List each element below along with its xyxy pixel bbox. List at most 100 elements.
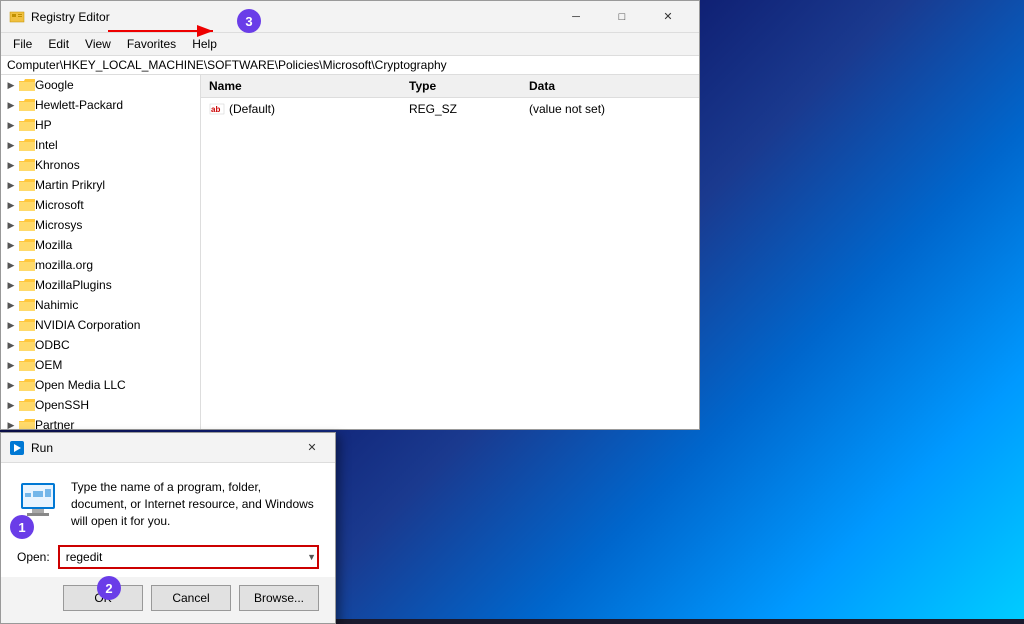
tree-item-hp-full[interactable]: ▶ Hewlett-Packard (1, 95, 200, 115)
window-controls: ─ □ ✕ (553, 1, 691, 33)
tree-item-openmedialcc[interactable]: ▶ Open Media LLC (1, 375, 200, 395)
col-header-name: Name (209, 79, 409, 93)
address-bar: Computer\HKEY_LOCAL_MACHINE\SOFTWARE\Pol… (1, 56, 699, 75)
tree-item-martin[interactable]: ▶ Martin Prikryl (1, 175, 200, 195)
expand-arrow: ▶ (5, 219, 17, 231)
expand-arrow: ▶ (5, 299, 17, 311)
folder-icon (19, 339, 35, 351)
values-header: Name Type Data (201, 75, 699, 98)
tree-label: Open Media LLC (35, 378, 126, 392)
arrow-annotation (108, 20, 238, 42)
folder-icon (19, 119, 35, 131)
default-value-icon: ab (209, 101, 225, 117)
folder-icon (19, 199, 35, 211)
expand-arrow: ▶ (5, 339, 17, 351)
registry-titlebar: Registry Editor ─ □ ✕ (1, 1, 699, 33)
run-buttons: OK Cancel Browse... (1, 577, 335, 623)
values-panel: Name Type Data ab (Default) REG_SZ (valu… (201, 75, 699, 429)
tree-item-microsys[interactable]: ▶ Microsys (1, 215, 200, 235)
run-input-wrapper: ▼ (58, 545, 319, 569)
expand-arrow: ▶ (5, 319, 17, 331)
menubar: File Edit View Favorites Help (1, 33, 699, 56)
expand-arrow: ▶ (5, 359, 17, 371)
col-header-type: Type (409, 79, 529, 93)
folder-icon (19, 139, 35, 151)
tree-item-khronos[interactable]: ▶ Khronos (1, 155, 200, 175)
expand-arrow: ▶ (5, 399, 17, 411)
tree-label: ODBC (35, 338, 70, 352)
tree-item-nvidia[interactable]: ▶ NVIDIA Corporation (1, 315, 200, 335)
folder-icon (19, 319, 35, 331)
expand-arrow: ▶ (5, 79, 17, 91)
folder-icon (19, 159, 35, 171)
address-text: Computer\HKEY_LOCAL_MACHINE\SOFTWARE\Pol… (7, 58, 447, 72)
col-header-data: Data (529, 79, 691, 93)
titlebar-left: Registry Editor (9, 9, 110, 25)
tree-label: Nahimic (35, 298, 78, 312)
registry-icon (9, 9, 25, 25)
run-input-row: Open: ▼ (1, 537, 335, 577)
tree-item-mozillaplugins[interactable]: ▶ MozillaPlugins (1, 275, 200, 295)
run-input[interactable] (58, 545, 319, 569)
expand-arrow: ▶ (5, 159, 17, 171)
tree-label: Intel (35, 138, 58, 152)
tree-label: NVIDIA Corporation (35, 318, 140, 332)
registry-title: Registry Editor (31, 10, 110, 24)
maximize-button[interactable]: □ (599, 1, 645, 33)
tree-item-microsoft[interactable]: ▶ Microsoft (1, 195, 200, 215)
tree-item-openssh[interactable]: ▶ OpenSSH (1, 395, 200, 415)
tree-item-odbc[interactable]: ▶ ODBC (1, 335, 200, 355)
badge-2: 2 (97, 576, 121, 600)
run-titlebar-left: Run (9, 440, 53, 456)
menu-edit[interactable]: Edit (40, 35, 77, 53)
tree-label: HP (35, 118, 52, 132)
run-description: Type the name of a program, folder, docu… (71, 479, 319, 529)
expand-arrow: ▶ (5, 99, 17, 111)
browse-button[interactable]: Browse... (239, 585, 319, 611)
folder-icon (19, 99, 35, 111)
main-content: ▶ Google ▶ Hewlett-Packard ▶ (1, 75, 699, 429)
tree-item-hp[interactable]: ▶ HP (1, 115, 200, 135)
tree-label: MozillaPlugins (35, 278, 112, 292)
minimize-button[interactable]: ─ (553, 1, 599, 33)
value-type: REG_SZ (409, 102, 529, 116)
folder-icon (19, 219, 35, 231)
expand-arrow: ▶ (5, 279, 17, 291)
folder-icon (19, 419, 35, 429)
svg-text:ab: ab (211, 105, 220, 114)
tree-label: mozilla.org (35, 258, 93, 272)
tree-label: Hewlett-Packard (35, 98, 123, 112)
tree-item-intel[interactable]: ▶ Intel (1, 135, 200, 155)
expand-arrow: ▶ (5, 379, 17, 391)
cancel-button[interactable]: Cancel (151, 585, 231, 611)
run-open-label: Open: (17, 550, 50, 564)
expand-arrow: ▶ (5, 139, 17, 151)
folder-icon (19, 79, 35, 91)
tree-panel: ▶ Google ▶ Hewlett-Packard ▶ (1, 75, 201, 429)
run-close-button[interactable]: ✕ (297, 437, 327, 459)
tree-item-mozilla[interactable]: ▶ Mozilla (1, 235, 200, 255)
expand-arrow: ▶ (5, 419, 17, 429)
folder-icon (19, 399, 35, 411)
run-titlebar: Run ✕ (1, 433, 335, 463)
run-content: Type the name of a program, folder, docu… (1, 463, 335, 537)
tree-item-partner[interactable]: ▶ Partner (1, 415, 200, 429)
tree-label: OpenSSH (35, 398, 89, 412)
folder-icon (19, 239, 35, 251)
folder-icon (19, 259, 35, 271)
dropdown-arrow-icon: ▼ (307, 552, 316, 562)
tree-item-mozillaorg[interactable]: ▶ mozilla.org (1, 255, 200, 275)
tree-label: Mozilla (35, 238, 72, 252)
tree-item-google[interactable]: ▶ Google (1, 75, 200, 95)
value-data: (value not set) (529, 102, 691, 116)
value-name: (Default) (229, 102, 275, 116)
menu-file[interactable]: File (5, 35, 40, 53)
folder-icon (19, 279, 35, 291)
tree-item-oem[interactable]: ▶ OEM (1, 355, 200, 375)
values-row-default[interactable]: ab (Default) REG_SZ (value not set) (201, 98, 699, 120)
folder-icon (19, 299, 35, 311)
tree-item-nahimic[interactable]: ▶ Nahimic (1, 295, 200, 315)
close-button[interactable]: ✕ (645, 1, 691, 33)
tree-label: Microsys (35, 218, 82, 232)
expand-arrow: ▶ (5, 239, 17, 251)
